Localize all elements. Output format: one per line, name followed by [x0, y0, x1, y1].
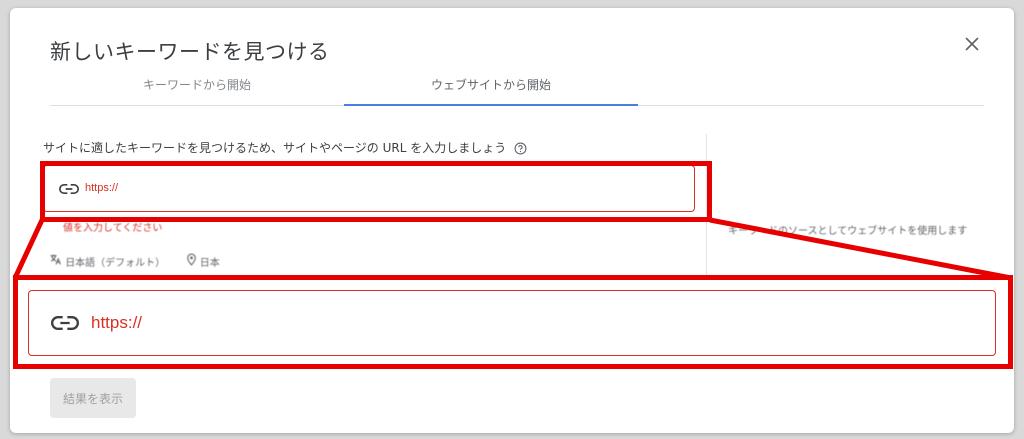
- url-instruction: サイトに適したキーワードを見つけるため、サイトやページの URL を入力しましょ…: [43, 139, 527, 156]
- tab-start-from-keywords[interactable]: キーワードから開始: [50, 72, 344, 106]
- dialog-title: 新しいキーワードを見つける: [50, 40, 330, 64]
- url-instruction-text: サイトに適したキーワードを見つけるため、サイトやページの URL を入力しましょ…: [43, 141, 507, 155]
- link-icon: [59, 184, 79, 194]
- zoomed-link-icon: [51, 316, 79, 330]
- help-circle-icon[interactable]: [514, 142, 527, 155]
- zoomed-url-input: [91, 313, 951, 333]
- url-field[interactable]: [43, 165, 695, 212]
- zoomed-url-field: [28, 290, 996, 356]
- close-icon[interactable]: [960, 32, 984, 56]
- tab-start-from-website[interactable]: ウェブサイトから開始: [344, 72, 638, 106]
- location-selector[interactable]: 日本: [200, 254, 220, 269]
- show-results-button[interactable]: 結果を表示: [50, 378, 136, 418]
- url-input[interactable]: [85, 182, 645, 194]
- panel-divider: [706, 134, 707, 278]
- language-selector[interactable]: 日本語（デフォルト）: [65, 254, 165, 269]
- side-note: キーワードのソースとしてウェブサイトを使用します: [728, 226, 968, 237]
- translate-icon: [49, 253, 62, 269]
- tab-bar: キーワードから開始 ウェブサイトから開始: [50, 72, 984, 106]
- location-pin-icon: [186, 253, 197, 269]
- active-tab-indicator: [344, 104, 638, 106]
- error-message: 値を入力してください: [63, 223, 163, 234]
- language-location-row: 日本語（デフォルト） 日本: [49, 253, 220, 269]
